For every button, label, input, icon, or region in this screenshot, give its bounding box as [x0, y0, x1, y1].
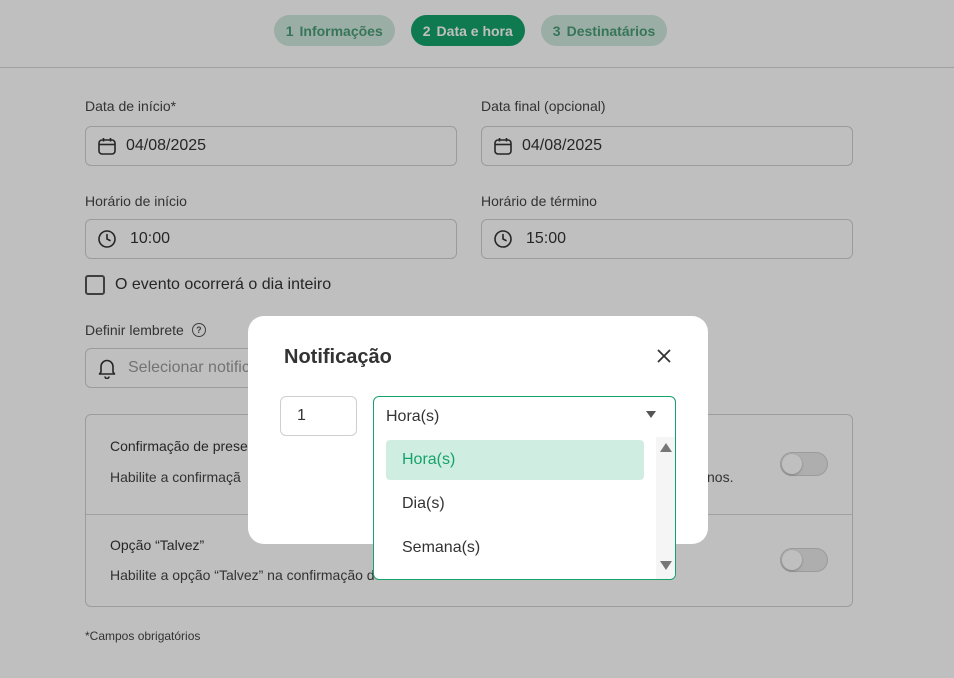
close-icon	[657, 349, 671, 368]
unit-option-dias[interactable]: Dia(s)	[386, 484, 644, 524]
close-button[interactable]	[654, 348, 674, 368]
unit-option-semanas[interactable]: Semana(s)	[386, 528, 644, 568]
scroll-up-icon[interactable]	[660, 443, 672, 452]
chevron-down-icon[interactable]	[646, 411, 656, 418]
modal-title: Notificação	[284, 346, 392, 368]
scroll-down-icon[interactable]	[660, 561, 672, 570]
unit-select-value: Hora(s)	[386, 408, 440, 425]
unit-option-horas[interactable]: Hora(s)	[386, 440, 644, 480]
quantity-input[interactable]	[280, 396, 357, 436]
unit-select[interactable]: Hora(s) Hora(s) Dia(s) Semana(s)	[373, 396, 676, 580]
dropdown-scrollbar[interactable]	[656, 437, 675, 579]
